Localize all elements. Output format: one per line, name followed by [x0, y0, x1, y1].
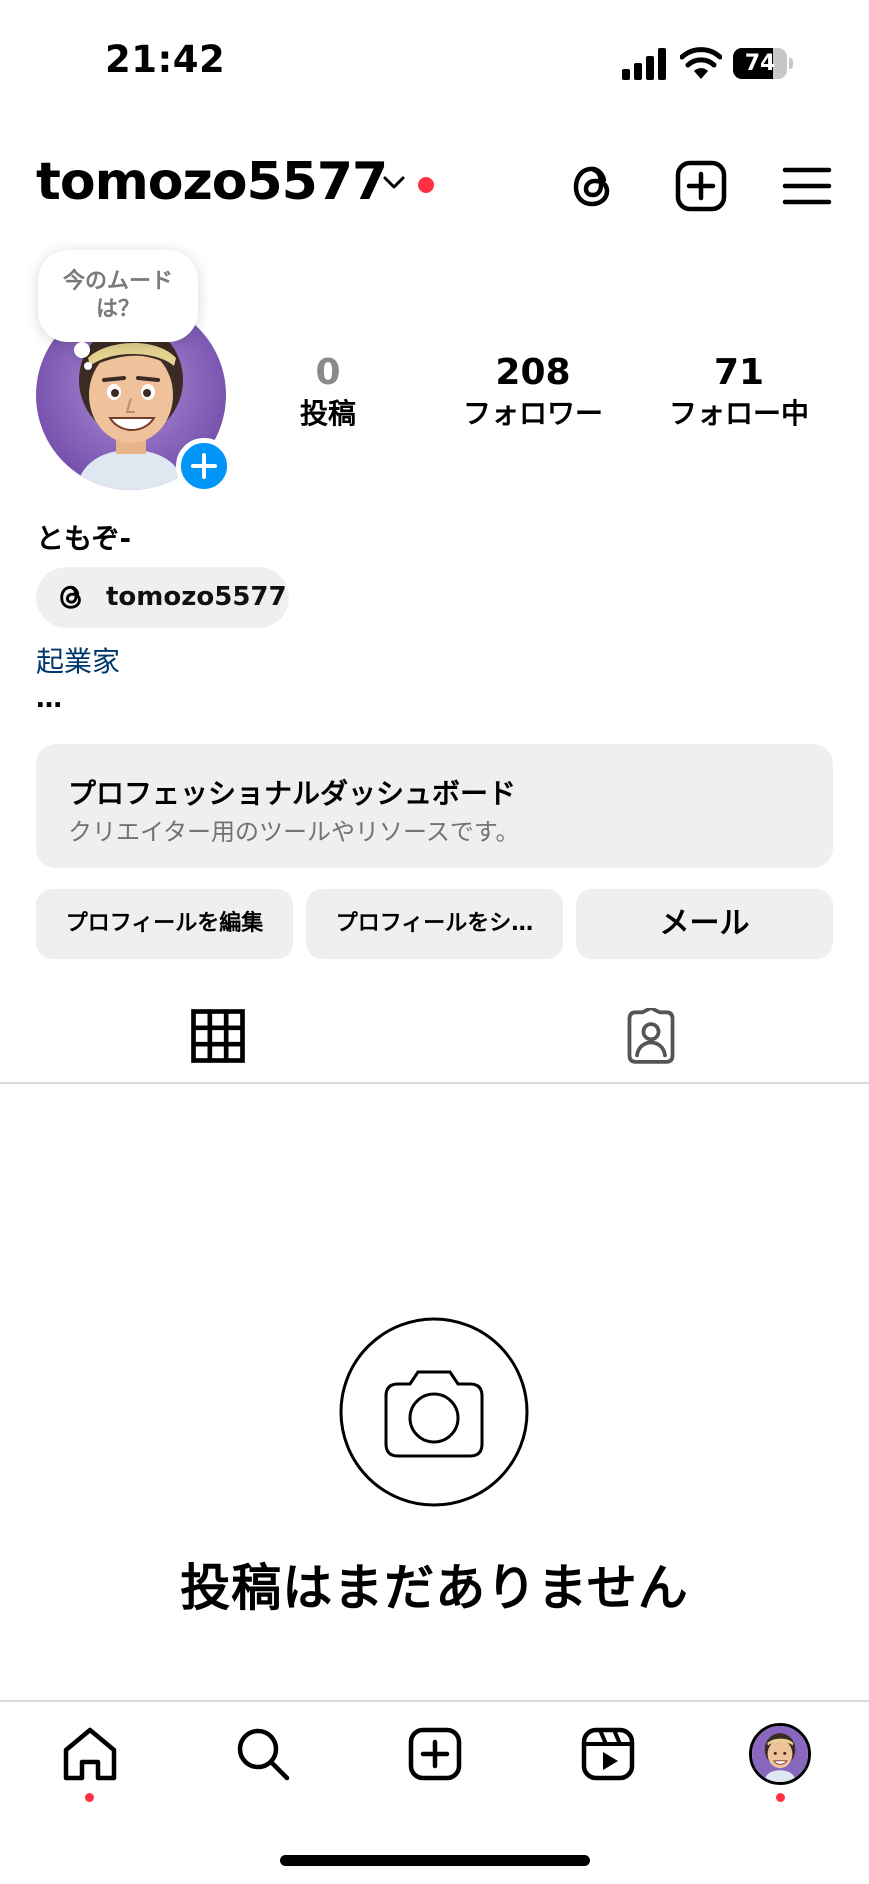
add-icon[interactable] [673, 158, 729, 214]
note-bubble-tail [74, 342, 90, 358]
note-bubble-tail-small [84, 362, 92, 370]
bio-more[interactable]: … [36, 684, 62, 714]
following-label: フォロー中 [668, 397, 809, 430]
note-bubble[interactable]: 今のムード は？ [38, 250, 198, 342]
chevron-down-icon[interactable] [382, 174, 406, 192]
cellular-signal-icon [622, 48, 666, 80]
tab-bar-divider [0, 1700, 869, 1702]
status-bar: 21:42 74 [0, 0, 869, 110]
plus-icon [191, 453, 217, 479]
threads-handle: tomozo5577 [106, 582, 287, 612]
avatar-illustration-small [752, 1726, 808, 1782]
battery-level-text: 74 [744, 51, 776, 76]
threads-icon[interactable] [566, 158, 622, 214]
dashboard-title: プロフェッショナルダッシュボード [68, 777, 517, 810]
home-icon[interactable] [60, 1724, 120, 1784]
professional-dashboard-card[interactable]: プロフェッショナルダッシュボード クリエイター用のツールやリソースです。 [36, 744, 833, 868]
profile-category[interactable]: 起業家 [36, 640, 120, 680]
status-time: 21:42 [105, 38, 226, 81]
wifi-icon [680, 47, 722, 79]
share-profile-button[interactable]: プロフィールをシ… [306, 889, 563, 959]
reels-icon[interactable] [578, 1724, 638, 1784]
posts-count: 0 [315, 352, 341, 393]
email-button[interactable]: メール [576, 889, 833, 959]
edit-profile-button[interactable]: プロフィールを編集 [36, 889, 293, 959]
home-notification-dot [85, 1793, 94, 1802]
following-count: 71 [713, 352, 765, 393]
note-prompt: 今のムード は？ [62, 269, 173, 322]
display-name: ともぞ- [36, 522, 132, 555]
battery-icon: 74 [733, 48, 793, 79]
add-story-button[interactable] [176, 438, 232, 494]
create-icon[interactable] [405, 1724, 465, 1784]
empty-state-title: 投稿はまだありません [180, 1559, 689, 1617]
tagged-icon[interactable] [621, 1008, 681, 1064]
followers-label: フォロワー [462, 397, 603, 430]
following-stat[interactable]: 71 フォロー中 [658, 352, 820, 432]
home-indicator [280, 1855, 590, 1866]
followers-stat[interactable]: 208 フォロワー [448, 352, 618, 432]
profile-header: tomozo5577 [0, 150, 869, 222]
search-icon[interactable] [233, 1724, 293, 1784]
posts-label: 投稿 [299, 397, 356, 430]
profile-avatar[interactable] [749, 1723, 811, 1785]
grid-icon[interactable] [188, 1008, 248, 1064]
dashboard-subtitle: クリエイター用のツールやリソースです。 [68, 818, 520, 846]
username-title[interactable]: tomozo5577 [36, 152, 388, 212]
threads-badge[interactable]: tomozo5577 [36, 567, 289, 628]
menu-icon[interactable] [779, 158, 835, 214]
profile-notification-dot [776, 1793, 785, 1802]
notification-dot [418, 177, 434, 193]
followers-count: 208 [495, 352, 571, 393]
camera-icon [339, 1317, 529, 1507]
threads-icon [60, 585, 81, 609]
tab-divider [0, 1082, 869, 1084]
posts-stat[interactable]: 0 投稿 [268, 352, 388, 432]
